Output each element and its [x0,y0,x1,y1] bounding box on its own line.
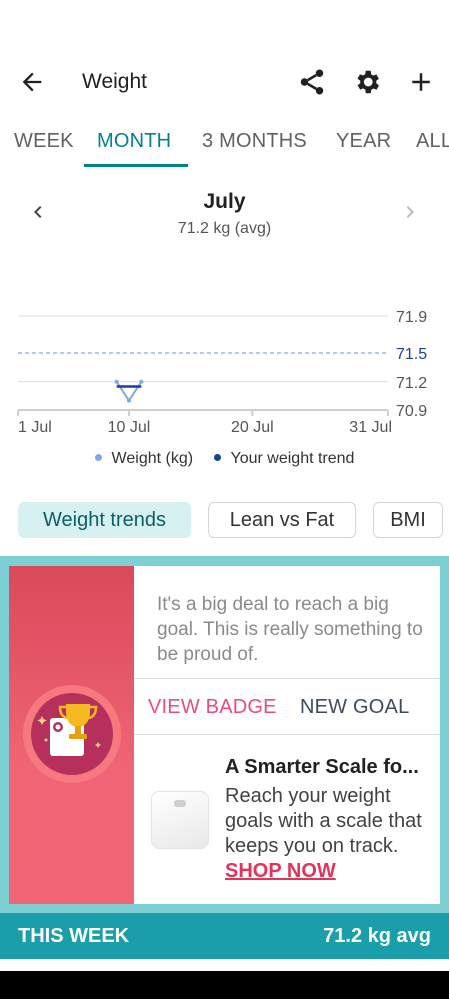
divider [134,678,440,679]
tab-3-months[interactable]: 3 MONTHS [202,130,307,153]
y-tick-label: 71.9 [396,309,427,326]
share-icon[interactable] [297,67,327,97]
scale-display [174,800,186,807]
ad-title: A Smarter Scale fo... [225,756,419,778]
system-nav-bar [0,971,449,999]
this-week-bar[interactable]: THIS WEEK 71.2 kg avg [0,913,449,959]
weight-series-line [115,381,143,403]
weight-dot-icon [94,454,102,461]
tab-week[interactable]: WEEK [14,130,74,153]
view-badge-button[interactable]: VIEW BADGE [148,696,277,719]
x-tick-label: 31 Jul [349,419,392,436]
period-selector: July 71.2 kg (avg) [0,188,449,248]
chart-type-chips: Weight trends Lean vs Fat BMI [0,502,449,538]
tab-year[interactable]: YEAR [336,130,391,153]
range-tabs: WEEK MONTH 3 MONTHS YEAR ALL [0,122,449,170]
x-tick-label: 20 Jul [231,419,274,436]
tab-month[interactable]: MONTH [97,130,171,153]
weight-point [114,379,119,384]
divider [134,734,440,735]
shop-now-link[interactable]: SHOP NOW [225,860,336,882]
active-tab-indicator [84,164,188,167]
legend-weight: Weight (kg) [94,450,194,468]
x-tick-label: 10 Jul [108,419,151,436]
legend-trend: Your weight trend [213,450,355,468]
achievement-card: It's a big deal to reach a big goal. Thi… [9,566,440,904]
x-tick-label: 1 Jul [18,419,52,436]
legend-weight-label: Weight (kg) [111,450,194,467]
new-goal-button[interactable]: NEW GOAL [300,696,409,719]
badge-panel [9,566,134,904]
page-title: Weight [82,70,147,93]
chip-lean-vs-fat[interactable]: Lean vs Fat [208,502,356,538]
ad-body: Reach your weight goals with a scale tha… [225,784,435,884]
weight-point [127,398,131,403]
legend-trend-label: Your weight trend [230,450,355,467]
period-title: July [203,190,246,213]
smart-scale-image [152,792,208,848]
weight-point [139,379,144,384]
trend-dot-icon [213,454,221,461]
y-tick-label: 70.9 [396,403,427,420]
this-week-label: THIS WEEK [18,925,130,947]
settings-gear-icon[interactable] [352,67,382,97]
trophy-badge-icon[interactable] [22,684,122,784]
period-average: 71.2 kg (avg) [177,220,272,237]
chevron-right-icon[interactable] [398,200,422,224]
chart-legend: Weight (kg) Your weight trend [0,450,449,474]
y-tick-label: 71.5 [396,346,427,363]
back-arrow-icon[interactable] [18,68,46,96]
this-week-value: 71.2 kg avg [323,925,431,947]
y-tick-label: 71.2 [396,375,427,392]
ad-body-text: Reach your weight goals with a scale tha… [225,785,422,857]
add-icon[interactable] [406,67,436,97]
chip-bmi[interactable]: BMI [373,502,443,538]
weight-chart: 71.9 71.5 71.2 70.9 1 Jul 10 Jul 20 Jul 31 Jul [17,309,427,436]
app-bar: Weight [0,50,449,114]
chip-weight-trends[interactable]: Weight trends [18,502,191,538]
achievement-message: It's a big deal to reach a big goal. Thi… [157,594,423,665]
tab-all[interactable]: ALL [416,130,449,153]
